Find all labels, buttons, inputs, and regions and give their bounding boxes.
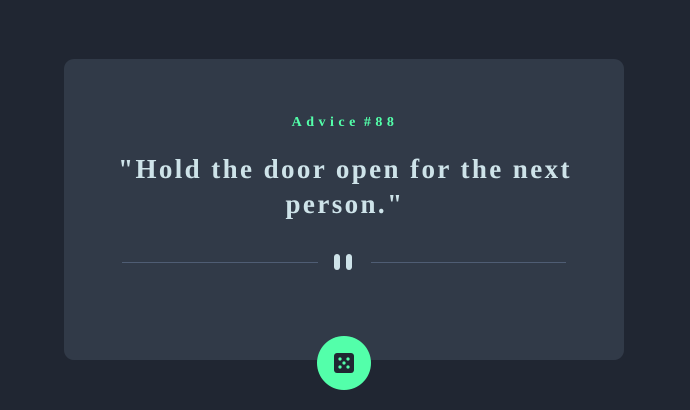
advice-quote: "Hold the door open for the next person.… bbox=[118, 154, 572, 219]
pause-bar-left bbox=[334, 254, 340, 270]
generate-advice-button[interactable] bbox=[317, 336, 371, 390]
advice-label: Advice bbox=[291, 115, 360, 130]
advice-number: #88 bbox=[363, 115, 399, 130]
page: Advice #88 "Hold the door open for the ne… bbox=[0, 0, 690, 410]
divider-line-right bbox=[371, 262, 566, 263]
divider-line-left bbox=[122, 262, 318, 263]
pause-bar-right bbox=[346, 254, 352, 270]
dice-icon bbox=[334, 353, 354, 373]
advice-id: Advice #88 bbox=[0, 115, 690, 131]
